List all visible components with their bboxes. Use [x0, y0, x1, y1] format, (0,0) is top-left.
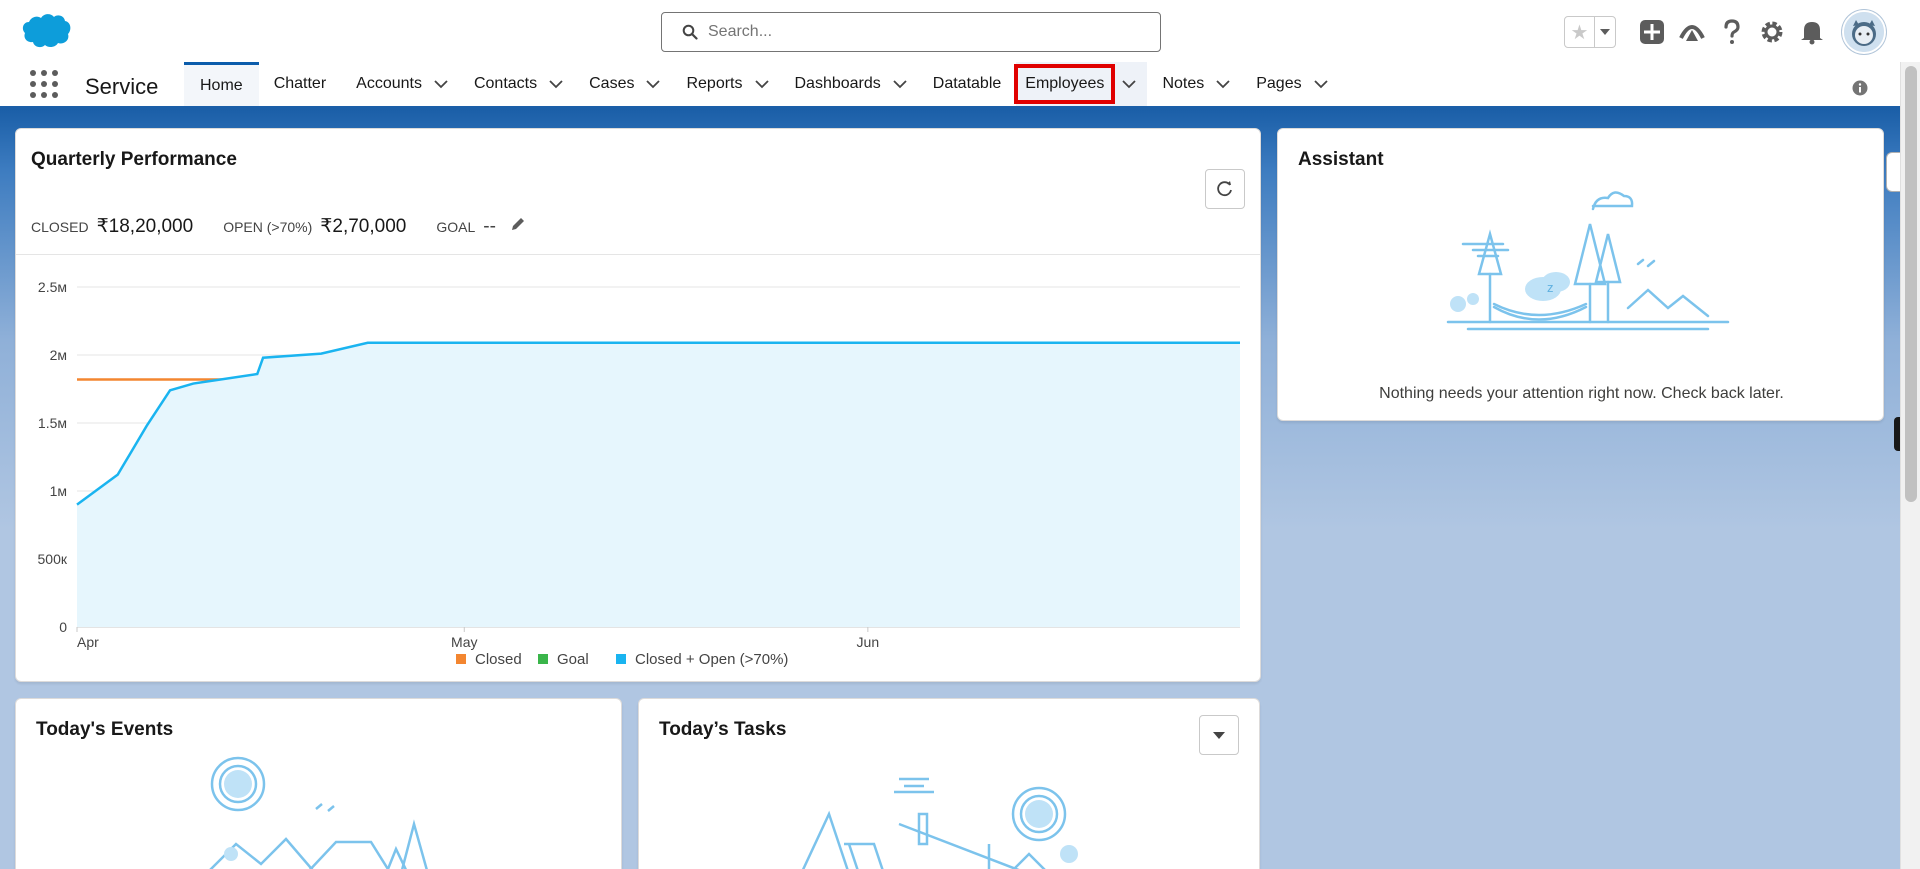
nav-item-label: Reports [686, 75, 743, 92]
card-title: Quarterly Performance [31, 149, 237, 170]
chevron-down-icon[interactable] [750, 79, 774, 89]
nav-item-dashboards[interactable]: Dashboards [780, 62, 918, 106]
closed-value: ₹18,20,000 [96, 216, 194, 237]
utility-panel-toggle[interactable] [1886, 152, 1900, 192]
goal-label: GOAL [436, 219, 476, 235]
card-title: Today's Events [36, 719, 174, 740]
nav-item-label: Home [200, 76, 243, 94]
nav-item-accounts[interactable]: Accounts [341, 62, 459, 106]
refresh-icon [1217, 181, 1232, 197]
search-input[interactable] [708, 23, 1128, 41]
card-title: Today’s Tasks [659, 719, 787, 740]
nav-item-label: Dashboards [794, 75, 881, 92]
nav-item-pages[interactable]: Pages [1241, 62, 1338, 106]
y-tick-label: 1м [50, 483, 67, 499]
chevron-down-icon [1599, 29, 1610, 35]
help-icon[interactable] [1712, 12, 1752, 52]
refresh-button[interactable] [1205, 169, 1245, 209]
quarterly-performance-chart: 0 500к 1м 1.5м 2м 2.5м Apr May Jun Closed Goal Clos… [38, 279, 1240, 668]
nav-item-cases[interactable]: Cases [574, 62, 671, 106]
nav-item-datatable[interactable]: Datatable [918, 62, 1017, 106]
legend-label: Closed [475, 651, 522, 668]
salesforce-cloud-logo[interactable] [20, 12, 72, 50]
performance-metrics: CLOSED ₹18,20,000 OPEN (>70%) ₹2,70,000 … [31, 215, 526, 238]
nav-item-chatter[interactable]: Chatter [259, 62, 341, 106]
app-name: Service [85, 74, 159, 99]
todays-events-card: Today's Events [15, 698, 622, 869]
quarterly-performance-card: Quarterly Performance CLOSED ₹18,20,000 … [15, 128, 1261, 682]
nav-items: Home Chatter Accounts Contacts Cases Rep… [184, 62, 1339, 106]
legend-swatch [616, 654, 626, 664]
scrollbar-thumb[interactable] [1905, 66, 1917, 502]
y-tick-label: 0 [59, 619, 67, 635]
chevron-down-icon [1213, 731, 1225, 739]
nav-item-label: Cases [589, 75, 635, 92]
legend-swatch [456, 654, 466, 664]
info-icon[interactable] [1852, 80, 1868, 101]
header-actions: ★ [1564, 10, 1886, 54]
global-header: ★ [0, 0, 1920, 62]
notifications-bell-icon[interactable] [1792, 12, 1832, 52]
chevron-down-icon[interactable] [1117, 79, 1141, 89]
nav-item-label: Datatable [932, 75, 1002, 92]
y-tick-label: 500к [38, 551, 68, 567]
nav-item-label: Chatter [273, 75, 327, 92]
user-avatar[interactable] [1842, 10, 1886, 54]
setup-gear-icon[interactable] [1752, 12, 1792, 52]
trailhead-icon[interactable] [1672, 12, 1712, 52]
chevron-down-icon[interactable] [1309, 79, 1333, 89]
favorites-star-icon[interactable]: ★ [1565, 17, 1594, 47]
chevron-down-icon[interactable] [641, 79, 665, 89]
nav-item-notes[interactable]: Notes [1147, 62, 1241, 106]
goal-value: -- [483, 216, 496, 237]
svg-text:z: z [1547, 280, 1554, 295]
app-nav-bar: Service Home Chatter Accounts Contacts C… [0, 62, 1900, 110]
tasks-illustration [801, 777, 1078, 869]
x-tick-label: Jun [857, 634, 880, 650]
open-label: OPEN (>70%) [223, 219, 313, 235]
nav-item-label: Pages [1256, 75, 1302, 92]
nav-item-home[interactable]: Home [184, 62, 259, 106]
favorites-group: ★ [1564, 16, 1616, 48]
chevron-down-icon[interactable] [888, 79, 912, 89]
nav-item-contacts[interactable]: Contacts [459, 62, 574, 106]
events-illustration [209, 756, 428, 869]
nav-item-label: Contacts [473, 75, 538, 92]
area-fill-closed-plus-open [77, 342, 1240, 627]
y-tick-label: 2.5м [38, 279, 67, 295]
tasks-filter-dropdown[interactable] [1199, 715, 1239, 755]
x-tick-label: May [451, 634, 477, 650]
nav-item-label: Employees [1014, 64, 1116, 104]
assistant-card: Assistant z Nothing needs your attention… [1277, 128, 1884, 421]
todays-tasks-card: Today’s Tasks [638, 698, 1260, 869]
x-tick-label: Apr [77, 634, 99, 650]
chevron-down-icon[interactable] [1211, 79, 1235, 89]
app-launcher-icon[interactable] [30, 70, 58, 98]
legend-swatch [538, 654, 548, 664]
nav-item-reports[interactable]: Reports [671, 62, 779, 106]
global-search[interactable] [661, 12, 1161, 52]
favorites-list-button[interactable] [1593, 17, 1615, 47]
legend-label: Closed + Open (>70%) [635, 651, 788, 668]
assistant-illustration: z [1446, 191, 1730, 331]
y-tick-label: 1.5м [38, 415, 67, 431]
y-tick-label: 2м [50, 347, 67, 363]
nav-item-label: Notes [1162, 75, 1205, 92]
closed-label: CLOSED [31, 219, 89, 235]
card-title: Assistant [1298, 149, 1384, 170]
add-icon[interactable] [1632, 12, 1672, 52]
search-icon [682, 24, 698, 40]
legend-label: Goal [557, 651, 589, 668]
chevron-down-icon[interactable] [544, 79, 568, 89]
nav-item-label: Accounts [356, 75, 422, 92]
chevron-down-icon[interactable] [429, 79, 453, 89]
nav-item-employees[interactable]: Employees [1014, 62, 1148, 106]
edit-goal-icon[interactable] [510, 216, 526, 237]
assistant-message: Nothing needs your attention right now. … [1379, 385, 1784, 402]
page-scrollbar[interactable] [1900, 62, 1920, 869]
open-value: ₹2,70,000 [320, 216, 407, 237]
